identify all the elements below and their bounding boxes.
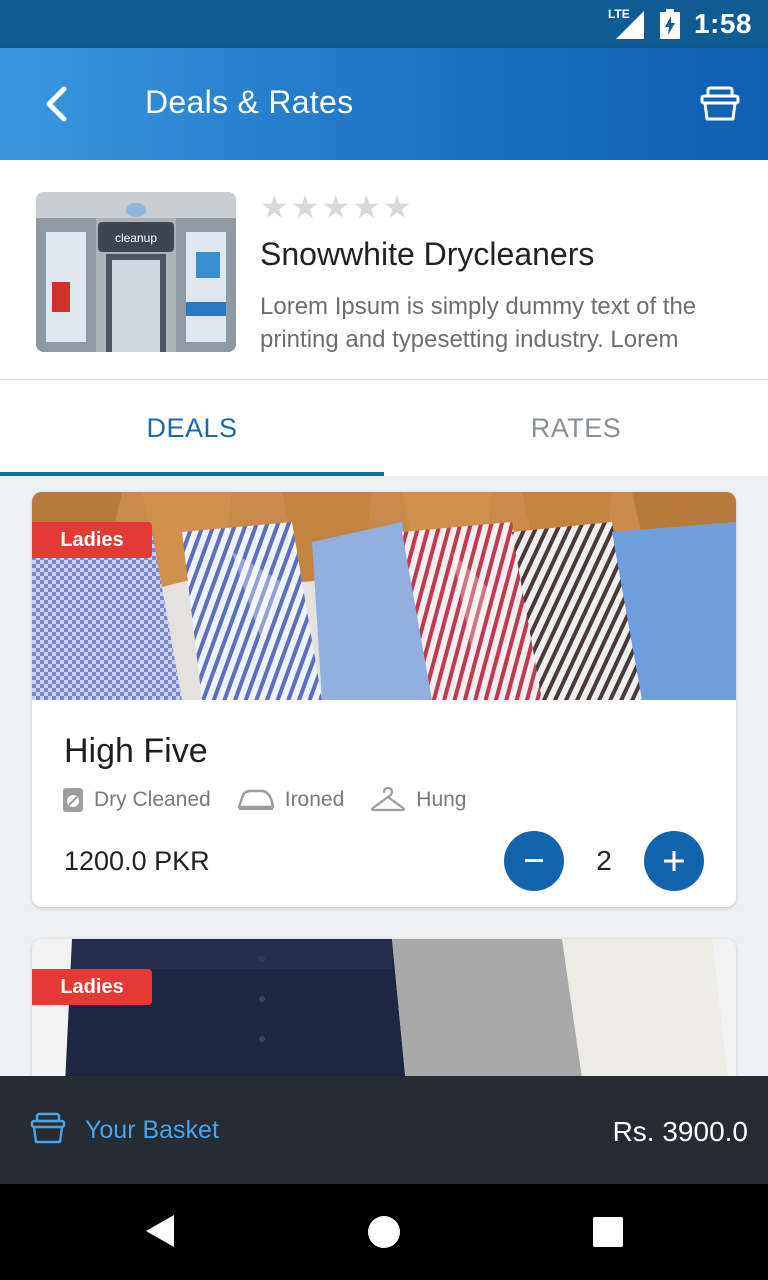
shop-name: Snowwhite Drycleaners [260, 236, 595, 272]
deal-price: 1200.0 PKR [64, 846, 210, 876]
screen: LTE 1:58 Deals & Rates cleanup ★ ★ ★ ★ ★… [0, 0, 768, 1280]
chevron-left-icon [46, 86, 67, 122]
dry-clean-icon [63, 788, 83, 812]
basket-icon [30, 1112, 66, 1144]
tab-bar: DEALS RATES [0, 380, 768, 476]
shop-header: cleanup ★ ★ ★ ★ ★ Snowwhite Drycleaners … [0, 160, 768, 380]
service-label: Hung [416, 788, 467, 811]
nav-recents-icon[interactable] [593, 1217, 623, 1247]
deal-title: High Five [64, 732, 208, 770]
iron-icon [237, 789, 274, 810]
basket-total: Rs. 3900.0 [612, 1116, 748, 1147]
star-icon: ★ [382, 189, 412, 225]
quantity-value: 2 [596, 845, 612, 876]
service-ironed: Ironed [237, 788, 345, 812]
service-label: Ironed [284, 788, 345, 811]
star-icon: ★ [290, 189, 320, 225]
tab-rates[interactable]: RATES [384, 380, 768, 476]
increase-quantity-button[interactable] [644, 831, 704, 891]
nav-home-icon[interactable] [368, 1216, 400, 1248]
shop-description: Lorem Ipsum is simply dummy text of the … [260, 293, 697, 353]
app-bar: Deals & Rates [0, 48, 768, 160]
plus-icon [664, 851, 684, 871]
status-icons: LTE 1:58 [607, 7, 752, 40]
category-tag: Ladies [32, 969, 152, 1005]
service-dry-cleaned: Dry Cleaned [62, 787, 211, 813]
quantity-stepper: 2 [504, 831, 704, 891]
deal-card[interactable]: Ladies High Five Dry Cleaned Ironed Hung… [32, 492, 736, 907]
shop-sign-text: cleanup [115, 231, 157, 245]
service-list: Dry Cleaned Ironed Hung [62, 786, 466, 814]
minus-icon [525, 859, 543, 862]
tab-deals[interactable]: DEALS [0, 380, 384, 476]
status-bar: LTE 1:58 [0, 0, 768, 48]
basket-icon [700, 86, 740, 121]
signal-icon: LTE [607, 7, 646, 39]
star-icon: ★ [321, 189, 351, 225]
rating-stars: ★ ★ ★ ★ ★ [260, 190, 411, 224]
service-hung: Hung [370, 786, 466, 814]
basket-bar[interactable]: Your Basket Rs. 3900.0 [0, 1076, 768, 1184]
clock: 1:58 [693, 8, 752, 39]
decrease-quantity-button[interactable] [504, 831, 564, 891]
back-button[interactable] [30, 78, 82, 130]
basket-button[interactable] [694, 80, 746, 128]
star-icon: ★ [260, 189, 289, 225]
network-label: LTE [607, 7, 630, 21]
category-tag: Ladies [32, 522, 152, 558]
page-title: Deals & Rates [145, 84, 354, 120]
system-nav-bar [0, 1184, 768, 1280]
your-basket-link[interactable]: Your Basket [85, 1116, 219, 1145]
star-icon: ★ [352, 189, 381, 225]
hanger-icon [371, 786, 406, 812]
service-label: Dry Cleaned [94, 788, 211, 811]
battery-charging-icon [659, 9, 680, 39]
shop-photo: cleanup [36, 192, 236, 352]
nav-back-icon[interactable] [144, 1214, 176, 1248]
